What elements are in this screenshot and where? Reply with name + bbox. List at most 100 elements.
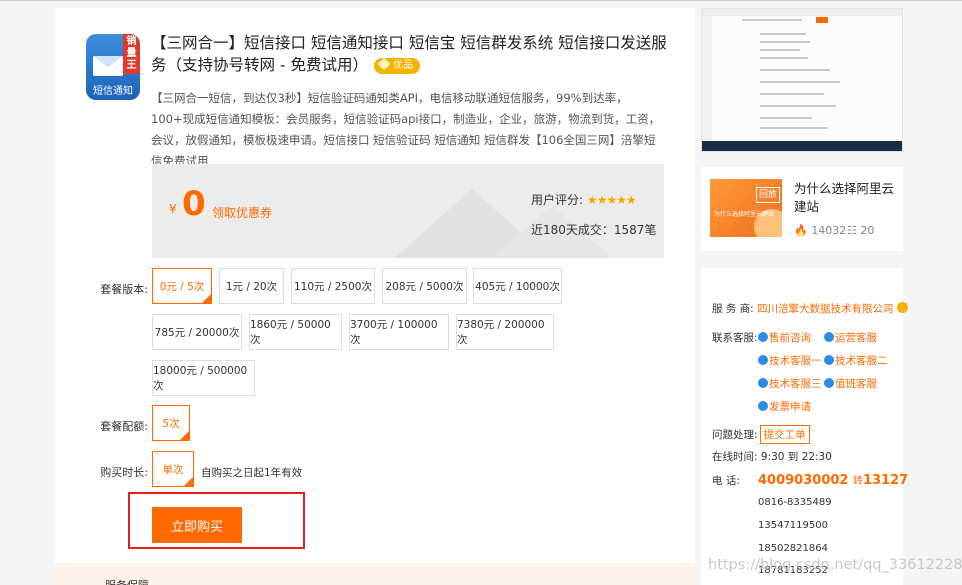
- submit-ticket-button[interactable]: 提交工单: [759, 425, 810, 444]
- fire-icon: 🔥: [794, 224, 808, 237]
- contact-on-duty[interactable]: 值班客服: [824, 376, 877, 391]
- badge-label: 优品: [392, 59, 413, 71]
- hours-row: 在线时间: 9:30 到 22:30: [712, 449, 832, 464]
- thumbnail-text: 为什么选择阿里云建站: [714, 211, 775, 218]
- preview-line: [760, 57, 808, 59]
- logo-tag: 销量王: [123, 34, 140, 74]
- comment-count: ☷ 20: [847, 224, 874, 237]
- preview-line: [760, 105, 836, 107]
- version-option[interactable]: 1元 / 20次: [219, 268, 284, 304]
- version-option[interactable]: 7380元 / 200000次: [456, 314, 554, 350]
- contact-label: 技术客服二: [835, 355, 888, 367]
- comment-icon: ☷: [847, 224, 857, 237]
- phone-alt: 0816-8335489: [758, 497, 832, 508]
- contact-tech-1[interactable]: 技术客服一: [758, 353, 822, 368]
- hours-label: 在线时间:: [712, 451, 758, 463]
- contact-label: 技术客服三: [769, 378, 822, 390]
- preview-line: [760, 49, 800, 51]
- quota-option[interactable]: 5次: [152, 405, 190, 441]
- rating-label: 用户评分:: [531, 193, 584, 207]
- phone-ext-label: 转: [853, 476, 863, 487]
- price-value: 0: [182, 184, 206, 224]
- version-option[interactable]: 3700元 / 100000次: [349, 314, 449, 350]
- contact-operations[interactable]: 运营客服: [824, 330, 877, 345]
- contact-label: 发票申请: [769, 401, 811, 413]
- merchant-row: 服 务 商: 四川涪擎大数据技术有限公司: [712, 301, 908, 316]
- verified-icon: [896, 302, 908, 313]
- bottom-strip: 服务保障: [55, 563, 695, 585]
- chat-icon: [758, 378, 768, 388]
- preview-taskbar: [702, 141, 902, 151]
- contact-presales[interactable]: 售前咨询: [758, 330, 811, 345]
- merchant-label: 服 务 商:: [712, 303, 754, 315]
- duration-option[interactable]: 单次: [152, 451, 194, 487]
- preview-line: [760, 41, 810, 43]
- version-label: 套餐版本:: [100, 283, 148, 296]
- envelope-icon: [93, 56, 123, 76]
- product-title: 【三网合一】短信接口 短信通知接口 短信宝 短信群发系统 短信接口发送服务（支持…: [151, 32, 671, 76]
- view-count: 🔥 14032: [794, 224, 846, 237]
- article-title[interactable]: 为什么选择阿里云建站: [794, 180, 898, 216]
- preview-sidebar: [702, 16, 712, 141]
- hours-value: 9:30 到 22:30: [760, 451, 832, 463]
- version-option[interactable]: 110元 / 2500次: [291, 268, 375, 304]
- comment-count-value: 20: [860, 224, 875, 237]
- watermark: https://blog.csdn.net/qq_33612228: [708, 557, 962, 573]
- badge-icon: [377, 57, 391, 70]
- product-logo: 销量王 短信通知: [86, 34, 140, 100]
- buy-now-button[interactable]: 立即购买: [152, 507, 242, 543]
- phone-main: 4009030002: [758, 473, 849, 488]
- rating-stars: ★★★★★: [586, 193, 637, 207]
- sales-count: 近180天成交：1587笔: [531, 223, 657, 237]
- version-option[interactable]: 18000元 / 500000次: [152, 360, 255, 396]
- preview-line: [760, 117, 812, 119]
- replay-tag: 回放: [756, 187, 780, 203]
- phone-alt: 18502821864: [758, 543, 828, 554]
- view-count-value: 14032: [811, 224, 847, 237]
- chat-icon: [758, 332, 768, 342]
- chat-icon: [758, 401, 768, 411]
- article-thumbnail: 回放 为什么选择阿里云建站: [710, 179, 782, 237]
- preview-line: [760, 127, 828, 129]
- chat-icon: [824, 378, 834, 388]
- service-label: 联系客服:: [712, 332, 758, 344]
- preview-line: [760, 93, 824, 95]
- user-rating: 用户评分: ★★★★★: [531, 191, 637, 208]
- contact-label: 售前咨询: [769, 332, 811, 344]
- contact-invoice[interactable]: 发票申请: [758, 399, 811, 414]
- phone-ext: 13127: [863, 473, 909, 488]
- currency-symbol: ¥: [169, 202, 177, 216]
- preview-line: [760, 81, 840, 83]
- preview-line: [760, 33, 806, 35]
- price-box: ¥ 0 领取优惠券 用户评分: ★★★★★ 近180天成交：1587笔: [152, 164, 664, 258]
- issue-row: 问题处理: 提交工单: [712, 425, 810, 444]
- phone-alt: 13547119500: [758, 520, 828, 531]
- seller-panel: 服 务 商: 四川涪擎大数据技术有限公司 联系客服: 售前咨询 运营客服 技术客…: [701, 268, 908, 585]
- version-option[interactable]: 405元 / 10000次: [473, 268, 562, 304]
- coupon-link[interactable]: 领取优惠券: [212, 204, 272, 221]
- product-description: 【三网合一短信，到达仅3秒】短信验证码通知类API，电信移动联通短信服务，99%…: [151, 91, 661, 168]
- version-option[interactable]: 0元 / 5次: [152, 268, 212, 304]
- version-option[interactable]: 208元 / 5000次: [382, 268, 467, 304]
- contact-tech-2[interactable]: 技术客服二: [824, 353, 888, 368]
- preview-button: [816, 17, 828, 23]
- preview-line: [760, 69, 830, 71]
- contact-label: 技术客服一: [769, 355, 822, 367]
- issue-label: 问题处理:: [712, 429, 758, 441]
- contact-label: 值班客服: [835, 378, 877, 390]
- chat-icon: [758, 355, 768, 365]
- logo-caption: 短信通知: [93, 86, 133, 97]
- article-card[interactable]: 回放 为什么选择阿里云建站 为什么选择阿里云建站 🔥 14032 ☷ 20: [701, 167, 903, 251]
- phone-number: 4009030002 转13127: [758, 472, 908, 488]
- contact-label: 运营客服: [835, 332, 877, 344]
- merchant-link[interactable]: 四川涪擎大数据技术有限公司: [757, 303, 894, 315]
- bottom-strip-label: 服务保障: [105, 577, 149, 585]
- chat-icon: [824, 332, 834, 342]
- quota-label: 套餐配额:: [100, 420, 148, 433]
- preview-screenshot[interactable]: [701, 8, 903, 152]
- duration-label: 购买时长:: [100, 466, 148, 479]
- preview-line: [742, 19, 802, 21]
- version-option[interactable]: 785元 / 20000次: [152, 314, 242, 350]
- version-option[interactable]: 1860元 / 50000次: [249, 314, 342, 350]
- contact-tech-3[interactable]: 技术客服三: [758, 376, 822, 391]
